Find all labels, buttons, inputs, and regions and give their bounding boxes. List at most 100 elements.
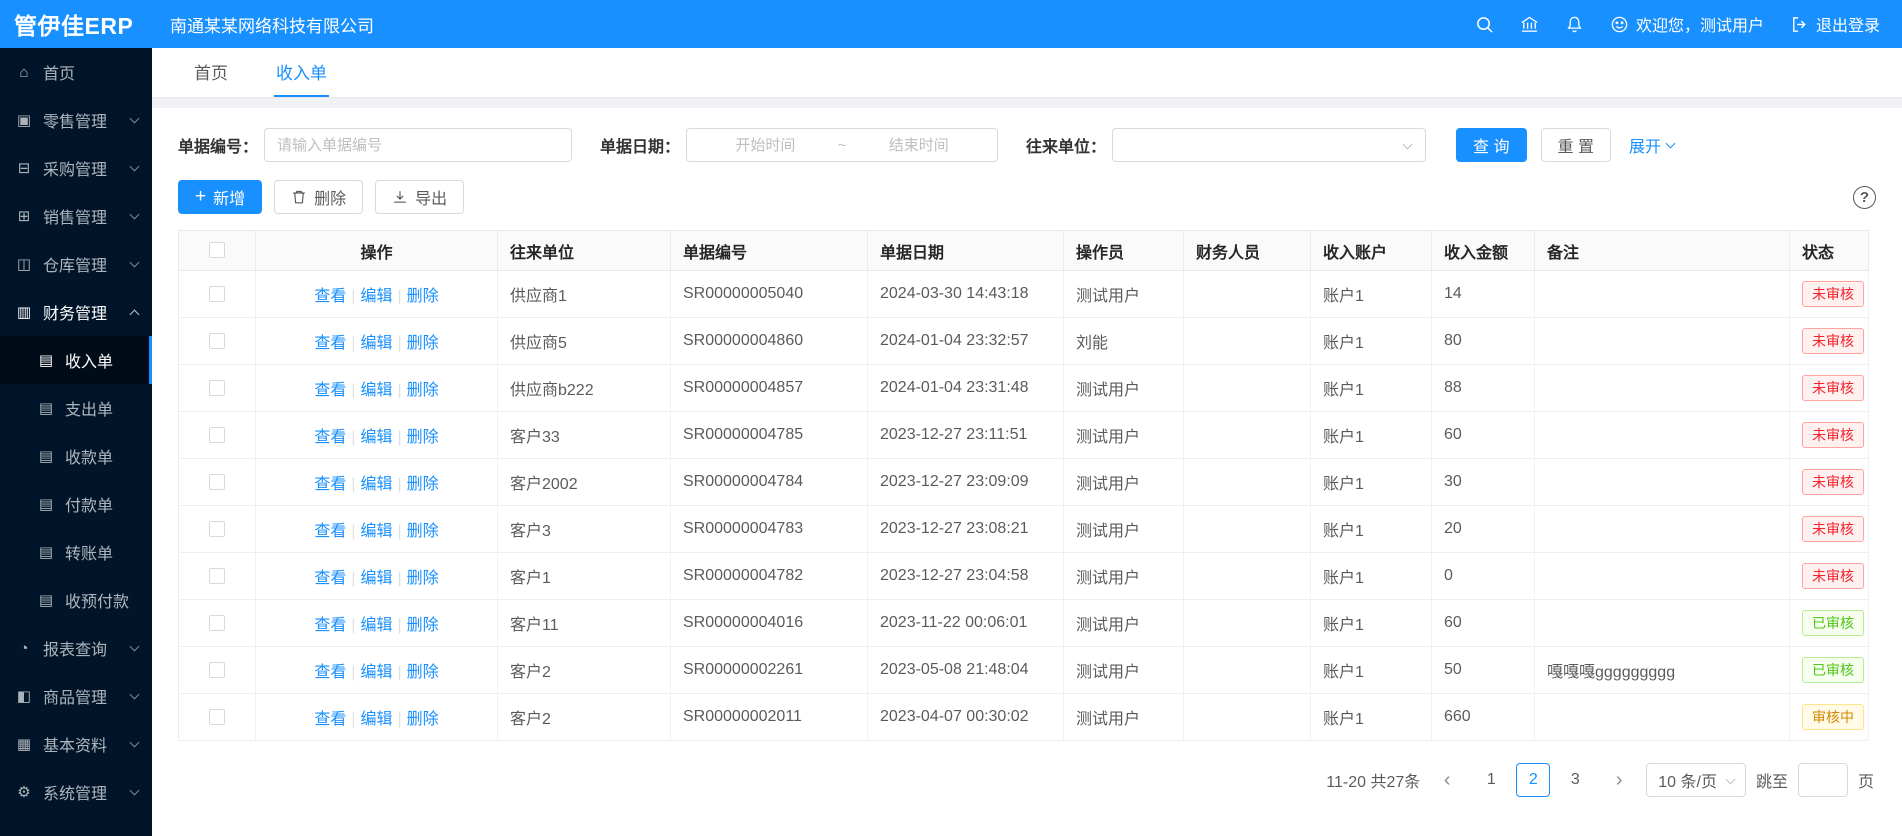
row-action-edit[interactable]: 编辑 [360,382,392,399]
table-row: 查看|编辑|删除供应商5SR000000048602024-01-04 23:3… [179,318,1869,365]
search-icon[interactable] [1475,15,1494,34]
add-button[interactable]: + 新增 [178,180,262,214]
status-cell: 未审核 [1790,412,1869,459]
delete-button[interactable]: 删除 [274,180,363,214]
doc-icon: ▤ [36,591,56,609]
row-action-view[interactable]: 查看 [314,335,346,352]
toolbar: + 新增 删除 导出 ? [178,180,1876,214]
row-action-delete[interactable]: 删除 [407,523,439,540]
row-checkbox[interactable] [209,333,225,349]
row-action-view[interactable]: 查看 [314,617,346,634]
row-action-edit[interactable]: 编辑 [360,429,392,446]
row-checkbox[interactable] [209,286,225,302]
expand-link[interactable]: 展开 [1629,133,1674,157]
row-action-edit[interactable]: 编辑 [360,523,392,540]
jump-input[interactable] [1798,763,1848,797]
next-page-button[interactable]: › [1602,763,1636,797]
row-checkbox[interactable] [209,427,225,443]
tab-income[interactable]: 收入单 [274,48,329,97]
row-action-delete[interactable]: 删除 [407,476,439,493]
row-checkbox[interactable] [209,709,225,725]
tab-home[interactable]: 首页 [192,48,230,97]
row-action-view[interactable]: 查看 [314,570,346,587]
row-action-edit[interactable]: 编辑 [360,617,392,634]
date-label: 单据日期： [600,133,680,157]
row-checkbox[interactable] [209,474,225,490]
row-checkbox[interactable] [209,521,225,537]
export-button[interactable]: 导出 [375,180,464,214]
row-action-view[interactable]: 查看 [314,711,346,728]
sidebar-item-finance[interactable]: ▥财务管理 [0,288,152,336]
sidebar-item-receipt[interactable]: ▤收款单 [0,432,152,480]
row-action-delete[interactable]: 删除 [407,382,439,399]
row-action-edit[interactable]: 编辑 [360,476,392,493]
date-start-input[interactable] [697,137,834,154]
row-action-view[interactable]: 查看 [314,476,346,493]
sidebar-item-warehouse[interactable]: ◫仓库管理 [0,240,152,288]
page-button-1[interactable]: 1 [1474,763,1508,797]
sidebar-item-label: 转账单 [65,540,113,564]
row-action-edit[interactable]: 编辑 [360,664,392,681]
cell-account: 账户1 [1311,271,1432,318]
row-action-edit[interactable]: 编辑 [360,288,392,305]
page-size-select[interactable]: 10 条/页 [1646,763,1746,797]
prev-page-button[interactable]: ‹ [1430,763,1464,797]
sidebar-item-system[interactable]: ⚙系统管理 [0,768,152,816]
action-separator: | [398,617,402,634]
cell-doc_no: SR00000004860 [671,318,868,365]
welcome-user[interactable]: 欢迎您，测试用户 [1610,12,1764,36]
date-range-picker[interactable]: ~ [686,128,998,162]
row-action-delete[interactable]: 删除 [407,429,439,446]
row-action-view[interactable]: 查看 [314,429,346,446]
row-action-edit[interactable]: 编辑 [360,711,392,728]
sidebar-item-home[interactable]: ⌂首页 [0,48,152,96]
checkbox-cell [179,600,256,647]
sidebar-item-sales[interactable]: ⊞销售管理 [0,192,152,240]
row-action-view[interactable]: 查看 [314,523,346,540]
date-end-input[interactable] [850,137,987,154]
sidebar-item-expense[interactable]: ▤支出单 [0,384,152,432]
cell-finance [1184,459,1311,506]
page-button-3[interactable]: 3 [1558,763,1592,797]
logout-button[interactable]: 退出登录 [1790,12,1880,36]
row-action-delete[interactable]: 删除 [407,711,439,728]
column-header: 备注 [1535,231,1790,271]
row-checkbox[interactable] [209,568,225,584]
row-action-edit[interactable]: 编辑 [360,570,392,587]
sidebar-item-purchase[interactable]: ⊟采购管理 [0,144,152,192]
row-action-view[interactable]: 查看 [314,288,346,305]
search-button[interactable]: 查 询 [1456,128,1526,162]
sidebar-item-report[interactable]: ◔报表查询 [0,624,152,672]
partner-select[interactable] [1112,128,1426,162]
sidebar-item-prepaid[interactable]: ▤收预付款 [0,576,152,624]
row-action-delete[interactable]: 删除 [407,335,439,352]
row-action-delete[interactable]: 删除 [407,617,439,634]
bell-icon[interactable] [1565,15,1584,34]
sidebar-item-basic[interactable]: ▦基本资料 [0,720,152,768]
sidebar-item-payment[interactable]: ▤付款单 [0,480,152,528]
bank-icon[interactable] [1520,15,1539,34]
sidebar-item-income[interactable]: ▤收入单 [0,336,152,384]
row-checkbox[interactable] [209,615,225,631]
income-table: 操作往来单位单据编号单据日期操作员财务人员收入账户收入金额备注状态 查看|编辑|… [178,230,1869,741]
sidebar-item-goods[interactable]: ◧商品管理 [0,672,152,720]
row-action-view[interactable]: 查看 [314,664,346,681]
row-action-delete[interactable]: 删除 [407,288,439,305]
help-icon[interactable]: ? [1853,186,1876,209]
checkbox-cell [179,694,256,741]
row-action-view[interactable]: 查看 [314,382,346,399]
reset-button[interactable]: 重 置 [1541,128,1611,162]
doc-no-input[interactable] [264,128,572,162]
sidebar-item-transfer[interactable]: ▤转账单 [0,528,152,576]
page-button-2[interactable]: 2 [1516,763,1550,797]
select-all-checkbox[interactable] [209,242,225,258]
status-cell: 未审核 [1790,459,1869,506]
row-checkbox[interactable] [209,380,225,396]
row-action-delete[interactable]: 删除 [407,664,439,681]
row-action-delete[interactable]: 删除 [407,570,439,587]
sidebar-item-retail[interactable]: ▣零售管理 [0,96,152,144]
status-cell: 未审核 [1790,271,1869,318]
row-checkbox[interactable] [209,662,225,678]
sidebar-item-label: 仓库管理 [43,252,107,276]
row-action-edit[interactable]: 编辑 [360,335,392,352]
